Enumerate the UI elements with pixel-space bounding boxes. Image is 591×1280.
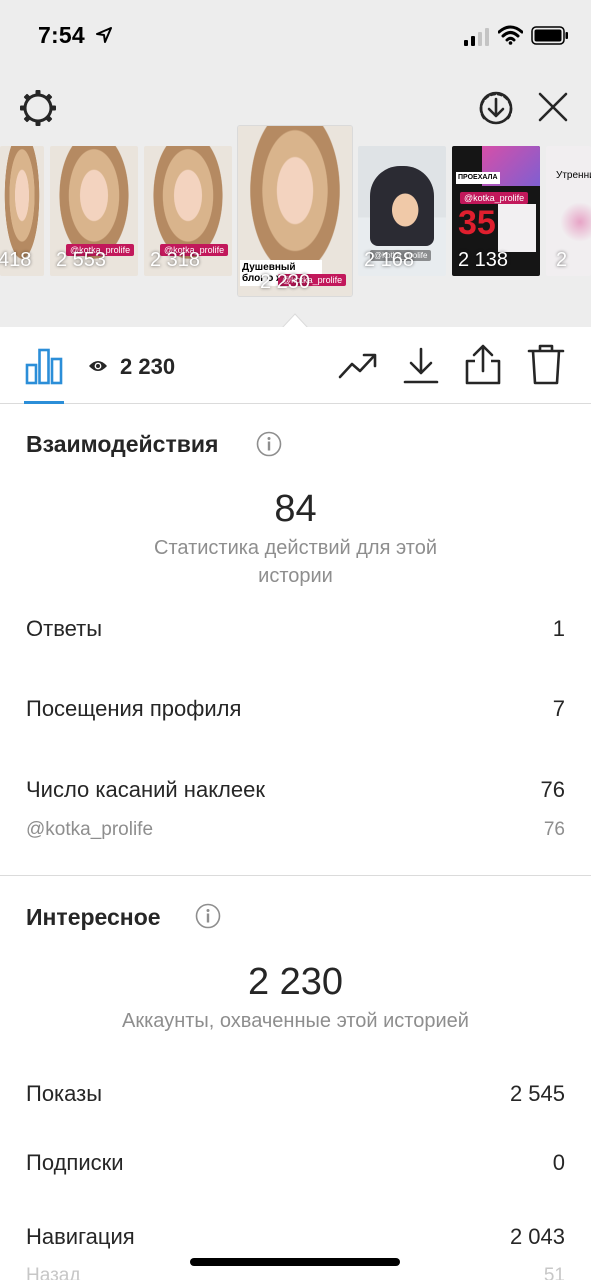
trend-icon[interactable] <box>337 347 379 383</box>
close-icon[interactable] <box>536 90 570 124</box>
section-divider <box>0 875 591 876</box>
story-views: 2 168 <box>364 249 415 271</box>
story-views: 418 <box>0 249 32 271</box>
info-icon[interactable] <box>256 431 282 457</box>
views-total: 2 230 <box>120 354 176 379</box>
battery-icon <box>531 26 568 45</box>
share-icon[interactable] <box>463 343 503 385</box>
story-caption: ПРОЕХАЛА <box>456 172 500 184</box>
story-mention-tag: @kotka_prolife <box>460 192 529 204</box>
story-caption: Утренни <box>556 170 591 181</box>
signal-icon <box>464 28 489 46</box>
story-thumbnail[interactable]: @kotka_prolife 2 318 <box>144 146 232 276</box>
location-arrow-icon <box>96 27 112 43</box>
story-header: 7:54 418 @kotka_prolife 2 553 @kotka_pro… <box>0 0 591 328</box>
sticker-taps-label: Число касаний наклеек <box>26 777 265 802</box>
status-bar: 7:54 <box>0 0 591 70</box>
info-icon[interactable] <box>195 903 221 929</box>
replies-label: Ответы <box>26 616 103 641</box>
status-time: 7:54 <box>38 22 85 48</box>
story-views: 2 230 <box>260 271 311 293</box>
interactions-total: 84 <box>274 488 317 530</box>
navigation-label: Навигация <box>26 1224 135 1249</box>
story-thumbnail[interactable]: 418 <box>0 146 44 276</box>
back-label: Назад <box>26 1265 81 1280</box>
impressions-value: 2 545 <box>509 1081 565 1106</box>
story-thumbnail[interactable]: ПРОЕХАЛА @kotka_prolife 35 2 138 <box>452 146 540 276</box>
story-photo <box>370 166 434 246</box>
story-thumbnail[interactable]: Утренни 2 <box>546 146 591 276</box>
story-views: 2 318 <box>150 249 201 271</box>
story-thumbnails: 418 @kotka_prolife 2 553 @kotka_prolife … <box>0 126 591 326</box>
impressions-label: Показы <box>26 1081 103 1106</box>
interactions-title: Взаимодействия <box>26 431 219 457</box>
discovery-subtitle: Аккаунты, охваченные этой историей <box>122 1010 469 1032</box>
discovery-title: Интересное <box>26 904 161 930</box>
follows-label: Подписки <box>26 1150 124 1175</box>
sticker-taps-value: 76 <box>540 777 565 802</box>
story-views: 2 <box>556 249 568 271</box>
story-thumbnail-selected[interactable]: Душевный блог о жизни @kotka_prolife 2 2… <box>238 126 352 296</box>
download-icon[interactable] <box>402 347 440 385</box>
back-value: 51 <box>543 1265 565 1280</box>
tab-underline <box>24 401 64 404</box>
sticker-mention-label: @kotka_prolife <box>26 819 154 840</box>
replies-value: 1 <box>552 616 565 641</box>
eye-icon <box>89 361 107 371</box>
interactions-subtitle: Статистика действий для этой истории <box>154 537 437 587</box>
story-thumbnail[interactable]: @kotka_prolife 2 168 <box>358 146 446 276</box>
home-indicator <box>190 1258 400 1266</box>
trash-icon[interactable] <box>527 343 565 385</box>
story-views: 2 138 <box>458 249 509 271</box>
download-circle-icon[interactable] <box>476 88 516 128</box>
settings-icon[interactable] <box>18 88 58 128</box>
selection-caret <box>282 313 308 328</box>
story-photo <box>498 204 536 252</box>
follows-value: 0 <box>552 1150 565 1175</box>
sticker-mention-value: 76 <box>543 819 565 840</box>
discovery-total: 2 230 <box>247 961 344 1003</box>
profile-visits-value: 7 <box>552 696 565 721</box>
insights-icon[interactable] <box>24 347 64 385</box>
wifi-icon <box>498 25 523 45</box>
story-views: 2 553 <box>56 249 107 271</box>
story-photo <box>560 202 591 242</box>
story-sticker: 35 <box>458 204 496 242</box>
navigation-value: 2 043 <box>509 1224 565 1249</box>
story-thumbnail[interactable]: @kotka_prolife 2 553 <box>50 146 138 276</box>
profile-visits-label: Посещения профиля <box>26 696 242 721</box>
insights-toolbar: 2 230 <box>0 327 591 404</box>
